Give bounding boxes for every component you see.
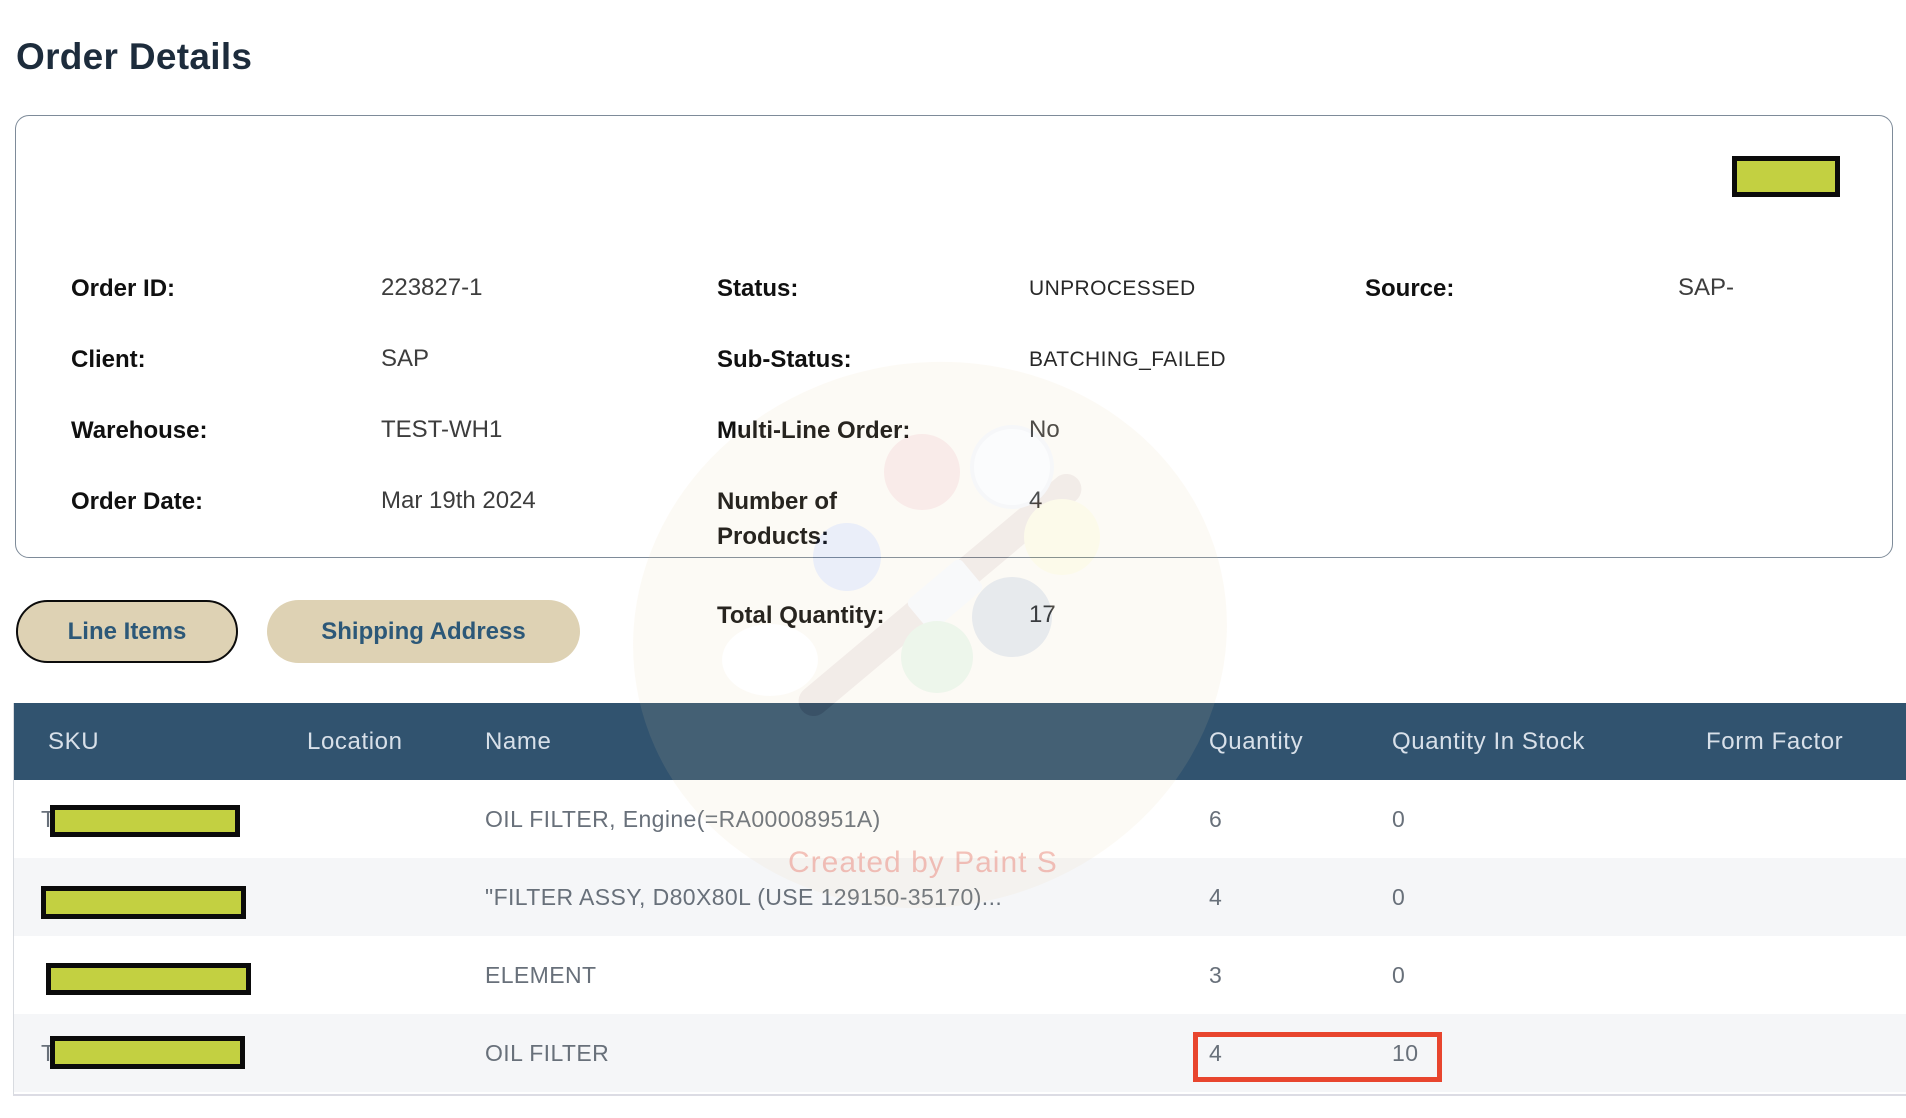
tab-shipping-address[interactable]: Shipping Address	[267, 600, 580, 663]
status-label: Status:	[717, 272, 798, 307]
column-header-location: Location	[307, 703, 403, 780]
column-header-name: Name	[485, 703, 551, 780]
source-redaction-box	[1732, 156, 1840, 197]
total-quantity-label: Total Quantity:	[717, 599, 885, 634]
sub-status-label: Sub-Status:	[717, 343, 852, 378]
order-date-value: Mar 19th 2024	[381, 485, 536, 516]
status-value: UNPROCESSED	[1029, 275, 1196, 302]
sub-status-value: BATCHING_FAILED	[1029, 346, 1226, 373]
name-cell: "FILTER ASSY, D80X80L (USE 129150-35170)…	[485, 858, 1002, 936]
number-of-products-value: 4	[1029, 485, 1042, 516]
quantity-in-stock-cell: 0	[1392, 936, 1405, 1014]
number-of-products-label: Number of Products:	[717, 485, 932, 555]
quantity-highlight-annotation	[1193, 1032, 1442, 1082]
warehouse-value: TEST-WH1	[381, 414, 502, 445]
table-row: T OIL FILTER 4 10	[14, 1014, 1906, 1092]
sku-redaction-box	[46, 963, 251, 995]
name-cell: OIL FILTER	[485, 1014, 609, 1092]
quantity-in-stock-cell: 0	[1392, 858, 1405, 936]
order-date-label: Order Date:	[71, 485, 203, 520]
line-items-table: SKU Location Name Quantity Quantity In S…	[13, 703, 1906, 1096]
client-label: Client:	[71, 343, 146, 378]
source-value: SAP-	[1678, 272, 1734, 303]
sku-redaction-box	[41, 886, 246, 919]
column-header-sku: SKU	[48, 703, 99, 780]
table-header-row: SKU Location Name Quantity Quantity In S…	[14, 703, 1906, 780]
quantity-cell: 3	[1209, 936, 1222, 1014]
sku-redaction-box	[50, 1036, 245, 1069]
tab-line-items[interactable]: Line Items	[16, 600, 238, 663]
column-header-quantity-in-stock: Quantity In Stock	[1392, 703, 1585, 780]
client-value: SAP	[381, 343, 429, 374]
column-header-form-factor: Form Factor	[1706, 703, 1843, 780]
table-row: "FILTER ASSY, D80X80L (USE 129150-35170)…	[14, 858, 1906, 936]
warehouse-label: Warehouse:	[71, 414, 207, 449]
table-row: T OIL FILTER, Engine(=RA00008951A) 6 0	[14, 780, 1906, 858]
multi-line-order-label: Multi-Line Order:	[717, 414, 910, 449]
multi-line-order-value: No	[1029, 414, 1060, 445]
name-cell: OIL FILTER, Engine(=RA00008951A)	[485, 780, 881, 858]
quantity-in-stock-cell: 0	[1392, 780, 1405, 858]
tab-shipping-address-label: Shipping Address	[321, 618, 525, 646]
name-cell: ELEMENT	[485, 936, 596, 1014]
page-title: Order Details	[16, 36, 252, 78]
order-id-label: Order ID:	[71, 272, 175, 307]
order-details-page: Order Details Order ID: 223827-1 Client:…	[0, 0, 1906, 1118]
source-label: Source:	[1365, 272, 1454, 307]
column-header-quantity: Quantity	[1209, 703, 1303, 780]
total-quantity-value: 17	[1029, 599, 1056, 630]
table-row: ELEMENT 3 0	[14, 936, 1906, 1014]
order-id-value: 223827-1	[381, 272, 482, 303]
order-summary-panel: Order ID: 223827-1 Client: SAP Warehouse…	[15, 115, 1893, 558]
tab-line-items-label: Line Items	[68, 618, 187, 646]
quantity-cell: 4	[1209, 858, 1222, 936]
quantity-cell: 6	[1209, 780, 1222, 858]
sku-redaction-box	[50, 805, 240, 837]
